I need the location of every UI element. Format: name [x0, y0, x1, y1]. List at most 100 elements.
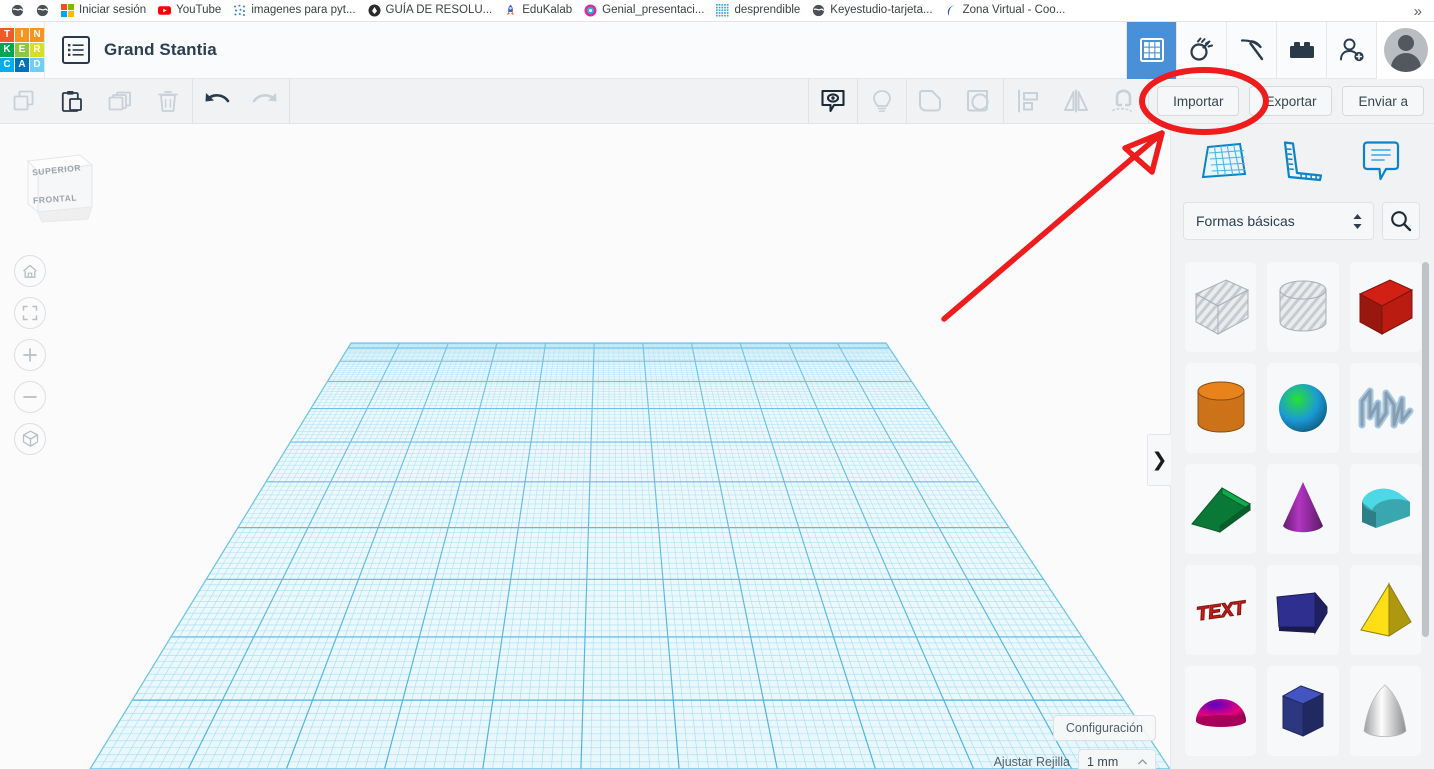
- add-user-icon[interactable]: [1326, 21, 1376, 79]
- bookmark-item[interactable]: imagenes para pyt...: [228, 1, 362, 21]
- bookmark-label: desprendible: [734, 4, 801, 16]
- shape-item-cone-purple[interactable]: [1267, 464, 1339, 554]
- search-icon[interactable]: [1382, 202, 1420, 240]
- bookmark-label: YouTube: [176, 4, 222, 16]
- bookmark-label: Iniciar sesión: [79, 4, 147, 16]
- clipboard-tools: [0, 79, 192, 124]
- shape-item-pyramid-yellow[interactable]: [1349, 565, 1421, 655]
- lightbulb-hint-icon[interactable]: [858, 79, 906, 124]
- microsoft-icon: [61, 4, 74, 17]
- note-comment-icon[interactable]: [809, 79, 857, 124]
- shape-item-paraboloid-gray[interactable]: [1349, 666, 1421, 756]
- bookmark-item[interactable]: Genial_presentaci...: [579, 1, 711, 21]
- zoom-out-button[interactable]: [14, 381, 46, 413]
- chevron-left-icon: [945, 4, 958, 17]
- bookmark-item[interactable]: Keyestudio-tarjeta...: [807, 1, 939, 21]
- shape-item-sphere-blue[interactable]: [1267, 363, 1339, 453]
- shape-library-grid[interactable]: TEXT: [1171, 262, 1434, 769]
- chevron-updown-icon: [1353, 213, 1362, 229]
- shape-item-box-hole[interactable]: [1185, 262, 1257, 352]
- fit-to-view-button[interactable]: [14, 297, 46, 329]
- copy-icon[interactable]: [0, 79, 48, 124]
- send-to-button[interactable]: Enviar a: [1342, 86, 1424, 116]
- shape-item-roof-teal[interactable]: [1349, 464, 1421, 554]
- file-action-buttons: Importar Exportar Enviar a: [1157, 79, 1434, 124]
- ruler-icon[interactable]: [1276, 135, 1328, 187]
- shapes-scrollbar[interactable]: [1422, 262, 1429, 637]
- snap-grid-select[interactable]: 1 mm: [1078, 749, 1156, 769]
- logo-letter: I: [15, 28, 29, 42]
- bookmark-item[interactable]: EduKalab: [499, 1, 579, 21]
- paste-icon[interactable]: [48, 79, 96, 124]
- group-shapes-icon[interactable]: [907, 79, 955, 124]
- bookmark-label: Zona Virtual - Coo...: [962, 4, 1066, 16]
- workplane-icon[interactable]: [1198, 135, 1250, 187]
- pickaxe-minecraft-icon[interactable]: [1226, 21, 1276, 79]
- shape-item-scribble-blue[interactable]: [1349, 363, 1421, 453]
- shape-item-cylinder-hole[interactable]: [1267, 262, 1339, 352]
- bookmark-label: EduKalab: [522, 4, 573, 16]
- zoom-in-button[interactable]: [14, 339, 46, 371]
- bookmarks-overflow-button[interactable]: »: [1410, 0, 1426, 22]
- note-icon[interactable]: [1355, 135, 1407, 187]
- delete-trash-icon[interactable]: [144, 79, 192, 124]
- logo-letter: A: [15, 58, 29, 72]
- globe-icon: [812, 4, 825, 17]
- workplane-canvas[interactable]: SUPERIOR FRONTAL Configuración Ajustar R…: [0, 124, 1170, 769]
- circle-badge-icon: [368, 4, 381, 17]
- panel-tab-icons: [1171, 124, 1434, 198]
- bookmark-item[interactable]: GUÍA DE RESOLU...: [363, 1, 500, 21]
- chevron-right-icon[interactable]: ❯: [1147, 434, 1171, 486]
- shape-item-wedge-green[interactable]: [1185, 464, 1257, 554]
- tinkercad-logo[interactable]: TIN KER CAD: [0, 22, 44, 79]
- redo-icon[interactable]: [241, 79, 289, 124]
- dots-icon: [233, 4, 246, 17]
- lego-brick-icon[interactable]: [1276, 21, 1326, 79]
- export-button[interactable]: Exportar: [1249, 86, 1333, 116]
- duplicate-icon[interactable]: [96, 79, 144, 124]
- bookmark-item[interactable]: [6, 1, 31, 21]
- tinkercad-header: TIN KER CAD Grand Stantia: [0, 21, 1434, 79]
- logo-letter: T: [0, 28, 14, 42]
- shape-item-polygon-blue[interactable]: [1267, 565, 1339, 655]
- shape-item-halfsphere-pink[interactable]: [1185, 666, 1257, 756]
- shape-item-box-red[interactable]: [1349, 262, 1421, 352]
- avatar[interactable]: [1376, 21, 1434, 79]
- shape-category-select[interactable]: Formas básicas: [1183, 202, 1374, 240]
- bookmark-item[interactable]: [31, 1, 56, 21]
- shape-item-text-red[interactable]: TEXT: [1185, 565, 1257, 655]
- history-tools: [193, 79, 289, 124]
- bookmark-label: Genial_presentaci...: [602, 4, 705, 16]
- logo-letter: K: [0, 43, 14, 57]
- bookmark-label: Keyestudio-tarjeta...: [830, 4, 933, 16]
- ungroup-shapes-icon[interactable]: [955, 79, 1003, 124]
- import-button[interactable]: Importar: [1157, 86, 1240, 116]
- logo-letter: N: [30, 28, 44, 42]
- project-list-icon[interactable]: [62, 36, 90, 64]
- bookmark-label: GUÍA DE RESOLU...: [385, 4, 493, 16]
- page-title: Grand Stantia: [104, 40, 217, 59]
- browser-bookmarks-bar: Iniciar sesión YouTube imagenes para pyt..…: [0, 0, 1434, 22]
- codeblocks-icon[interactable]: [1176, 21, 1226, 79]
- svg-text:TEXT: TEXT: [1195, 598, 1247, 626]
- bookmark-item[interactable]: YouTube: [153, 1, 228, 21]
- bookmark-item[interactable]: desprendible: [711, 1, 807, 21]
- home-view-button[interactable]: [14, 255, 46, 287]
- designs-grid-icon[interactable]: [1126, 21, 1176, 79]
- bookmark-item[interactable]: Zona Virtual - Coo...: [940, 1, 1073, 21]
- workplane-grid: [89, 342, 1170, 769]
- bookmark-item[interactable]: Iniciar sesión: [56, 1, 153, 21]
- undo-icon[interactable]: [193, 79, 241, 124]
- genially-icon: [584, 4, 597, 17]
- shape-item-hexprism-blue[interactable]: [1267, 666, 1339, 756]
- mirror-flip-icon[interactable]: [1052, 79, 1100, 124]
- shape-item-cylinder-orange[interactable]: [1185, 363, 1257, 453]
- settings-button[interactable]: Configuración: [1052, 715, 1156, 741]
- align-icon[interactable]: [1004, 79, 1052, 124]
- toolbar-divider-7: [1148, 78, 1150, 124]
- magnet-snap-icon[interactable]: [1100, 79, 1148, 124]
- view-cube[interactable]: SUPERIOR FRONTAL: [18, 149, 98, 233]
- align-tools: [1004, 79, 1148, 124]
- perspective-toggle-button[interactable]: [14, 423, 46, 455]
- shape-category-row: Formas básicas: [1171, 198, 1434, 244]
